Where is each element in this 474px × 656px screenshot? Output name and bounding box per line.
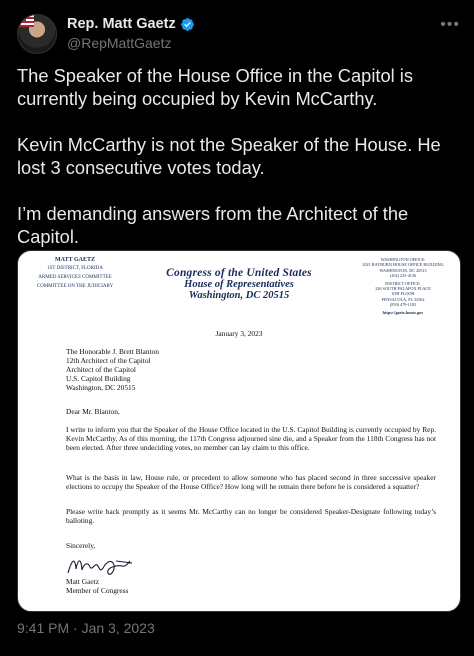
tweet-header: Rep. Matt Gaetz @RepMattGaetz bbox=[17, 14, 195, 54]
address-line: Washington, DC 20515 bbox=[66, 383, 136, 392]
letter-paragraph: Please write back promptly as it seems M… bbox=[66, 507, 436, 525]
author-name[interactable]: Rep. Matt Gaetz bbox=[67, 15, 176, 34]
tweet-paragraph: Kevin McCarthy is not the Speaker of the… bbox=[17, 134, 441, 178]
office-title: WASHINGTON OFFICE: bbox=[380, 257, 426, 262]
author-name-row[interactable]: Rep. Matt Gaetz bbox=[67, 15, 195, 34]
letter-paragraph: I write to inform you that the Speaker o… bbox=[66, 425, 436, 452]
tweet-text: The Speaker of the House Office in the C… bbox=[17, 64, 457, 271]
letter-greeting: Dear Mr. Blanton, bbox=[66, 407, 120, 416]
letter-center-header: Congress of the United States House of R… bbox=[26, 267, 452, 301]
address-line: 12th Architect of the Capitol bbox=[66, 356, 151, 365]
office-phone: (850) 479-1183 bbox=[389, 302, 416, 308]
letter-document: MATT GAETZ 1ST DISTRICT, FLORIDA ARMED S… bbox=[26, 255, 452, 607]
address-line: Architect of the Capitol bbox=[66, 365, 136, 374]
flag-icon bbox=[18, 15, 34, 27]
author-block: Rep. Matt Gaetz @RepMattGaetz bbox=[67, 15, 195, 53]
attached-image[interactable]: MATT GAETZ 1ST DISTRICT, FLORIDA ARMED S… bbox=[17, 250, 461, 612]
more-icon[interactable]: ••• bbox=[440, 16, 460, 34]
letterhead-city: Washington, DC 20515 bbox=[188, 290, 290, 301]
tweet-paragraph: The Speaker of the House Office in the C… bbox=[17, 65, 413, 109]
verified-badge-icon bbox=[180, 18, 194, 31]
letterhead-house: House of Representatives bbox=[184, 279, 294, 290]
address-line: U.S. Capitol Building bbox=[66, 374, 131, 383]
tweet-timestamp[interactable]: 9:41 PM · Jan 3, 2023 bbox=[17, 620, 155, 636]
letter-closing: Sincerely, bbox=[66, 541, 96, 550]
office-website: https://gaetz.house.gov bbox=[382, 309, 424, 315]
author-handle[interactable]: @RepMattGaetz bbox=[67, 34, 195, 53]
tweet-paragraph: I’m demanding answers from the Architect… bbox=[17, 203, 409, 247]
letterhead-name: MATT GAETZ bbox=[55, 257, 95, 263]
avatar[interactable] bbox=[17, 14, 57, 54]
letter-recipient-address: The Honorable J. Brett Blanton 12th Arch… bbox=[66, 347, 159, 392]
letter-date: January 3, 2023 bbox=[215, 329, 263, 338]
handwritten-signature bbox=[67, 560, 133, 575]
address-line: The Honorable J. Brett Blanton bbox=[66, 347, 159, 356]
signer-title: Member of Congress bbox=[66, 586, 129, 595]
letter-signature-block: Matt Gaetz Member of Congress bbox=[66, 577, 128, 595]
letter-paragraph: What is the basis in law, House rule, or… bbox=[66, 473, 436, 491]
signer-name: Matt Gaetz bbox=[66, 577, 100, 586]
letterhead-congress: Congress of the United States bbox=[166, 267, 312, 279]
